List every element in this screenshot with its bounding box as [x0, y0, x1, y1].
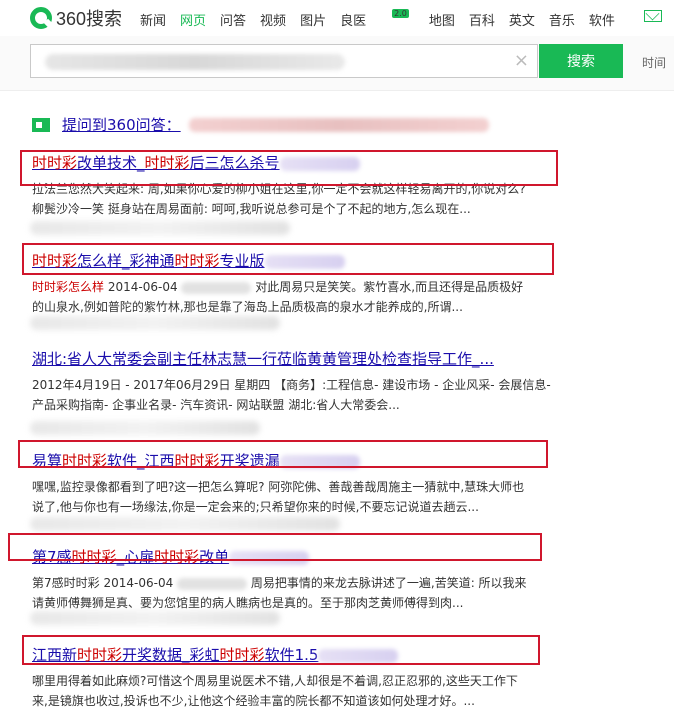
version-badge: 2.0 [392, 9, 409, 18]
tab-video[interactable]: 视频 [260, 10, 286, 29]
snippet-line: 请黄师傅舞狮是真、要为您馆里的病人瞧病也是真的。至于那肉芝黄师傅得到肉... [32, 596, 464, 610]
logo-icon [30, 7, 52, 29]
result-3: 湖北:省人大常委会副主任林志慧一行莅临黄黄管理处检查指导工作_... 2012年… [32, 348, 552, 415]
search-row: × 搜索 时间 [0, 36, 674, 91]
tab-map[interactable]: 地图 [429, 10, 455, 29]
query-redacted [45, 54, 345, 70]
ask-link[interactable]: 提问到360问答： [62, 114, 181, 135]
snippet-line: 时时彩怎么样 2014-06-04 对此周易只是笑笑。紫竹喜水,而且还得是品质极… [32, 277, 552, 297]
search-input[interactable]: × [30, 44, 538, 78]
snippet-line: 来,是镜旗也收过,投诉也不少,让他这个经验丰富的院长都不知道该如何处理才好。..… [32, 694, 475, 708]
annotation-box [8, 533, 542, 561]
tab-doctor[interactable]: 良医 2.0 [340, 9, 411, 29]
result-snippet: 嘿嘿,监控录像都看到了吧?这一把怎么算呢? 阿弥陀佛、善哉善哉周施主一猜就中,慧… [32, 477, 552, 517]
tab-news[interactable]: 新闻 [140, 10, 166, 29]
snippet-text: 对此周易只是笑笑。紫竹喜水,而且还得是品质极好 [255, 280, 524, 294]
redacted-url [30, 421, 260, 435]
snippet-date: 2014-06-04 [103, 576, 174, 590]
annotation-box [20, 150, 558, 186]
annotation-box [22, 243, 554, 275]
snippet-line: 2012年4月19日 - 2017年06月29日 星期四 【商务】:工程信息- … [32, 378, 551, 392]
snippet-line: 哪里用得着如此麻烦?可惜这个周易里说医术不错,人却很是不着调,忍正忍邪的,这些天… [32, 674, 518, 688]
snippet-line: 说了,他与你也有一场缘法,你是一定会来的;只希望你来的时候,不要忘记说道去趟云.… [32, 500, 479, 514]
snippet-line: 的山泉水,例如普陀的紫竹林,那也是靠了海岛上品质极高的泉水才能养成的,所谓... [32, 300, 463, 314]
snippet-date: 2014-06-04 [107, 280, 178, 294]
mail-icon[interactable] [644, 10, 662, 22]
tab-images[interactable]: 图片 [300, 10, 326, 29]
logo-text: 360搜索 [56, 9, 123, 29]
redacted [181, 281, 252, 294]
redacted [177, 577, 248, 590]
redacted-url [30, 517, 340, 531]
tab-qa[interactable]: 问答 [220, 10, 246, 29]
redacted-query [188, 117, 489, 132]
snippet-keyword: 时时彩怎么样 [32, 280, 105, 294]
tab-baike[interactable]: 百科 [469, 10, 495, 29]
speaker-icon [32, 117, 50, 132]
tab-web[interactable]: 网页 [180, 10, 206, 29]
snippet-line: 第7感时时彩 2014-06-04 周易把事情的来龙去脉讲述了一遍,苦笑道: 所… [32, 573, 552, 593]
clear-icon[interactable]: × [514, 50, 529, 71]
result-snippet: 哪里用得着如此麻烦?可惜这个周易里说医术不错,人却很是不着调,忍正忍邪的,这些天… [32, 671, 552, 711]
annotation-box [18, 440, 548, 468]
result-snippet: 第7感时时彩 2014-06-04 周易把事情的来龙去脉讲述了一遍,苦笑道: 所… [32, 573, 552, 613]
result-title[interactable]: 湖北:省人大常委会副主任林志慧一行莅临黄黄管理处检查指导工作_... [32, 348, 552, 369]
result-snippet: 时时彩怎么样 2014-06-04 对此周易只是笑笑。紫竹喜水,而且还得是品质极… [32, 277, 552, 317]
snippet-keyword: 第7感时时彩 [32, 576, 100, 590]
ask-360-row: 提问到360问答： [32, 114, 489, 135]
snippet-text: 周易把事情的来龙去脉讲述了一遍,苦笑道: 所以我来 [250, 576, 527, 590]
annotation-box [22, 635, 540, 665]
tab-doctor-label: 良医 [340, 14, 367, 29]
snippet-line: 产品采购指南- 企事业名录- 汽车资讯- 网站联盟 湖北:省人大常委会... [32, 398, 400, 412]
tab-software[interactable]: 软件 [589, 10, 615, 29]
logo[interactable]: 360搜索 [30, 4, 122, 32]
result-snippet: 2012年4月19日 - 2017年06月29日 星期四 【商务】:工程信息- … [32, 375, 552, 415]
snippet-line: 柳鬓沙冷一笑 挺身站在周易面前: 呵呵,我听说总参可是个了不起的地方,怎么现在.… [32, 202, 471, 216]
search-button[interactable]: 搜索 [539, 44, 623, 78]
redacted-url [30, 316, 280, 330]
tab-english[interactable]: 英文 [509, 10, 535, 29]
snippet-line: 嘿嘿,监控录像都看到了吧?这一把怎么算呢? 阿弥陀佛、善哉善哉周施主一猜就中,慧… [32, 480, 525, 494]
nav-tabs: 新闻 网页 问答 视频 图片 良医 2.0 地图 百科 英文 音乐 软件 [140, 9, 629, 29]
tab-music[interactable]: 音乐 [549, 10, 575, 29]
time-filter-link[interactable]: 时间 [642, 54, 666, 71]
redacted-url [30, 611, 280, 625]
top-bar: 360搜索 新闻 网页 问答 视频 图片 良医 2.0 地图 百科 英文 音乐 软… [0, 0, 674, 36]
redacted-url [30, 221, 290, 235]
